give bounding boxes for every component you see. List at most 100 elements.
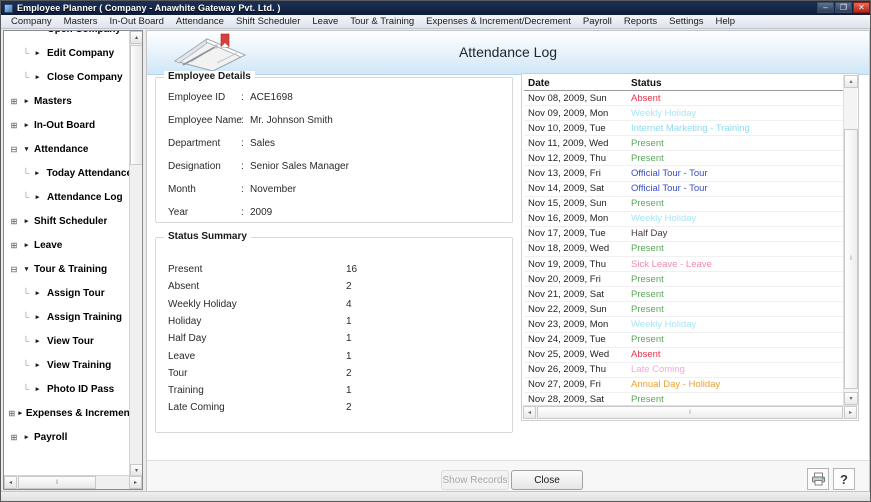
sidebar-item-masters[interactable]: ⊞ ▸ Masters [4,89,130,113]
tree-guide-line: └ [22,336,30,346]
menu-item-settings[interactable]: Settings [663,15,709,28]
menu-item-reports[interactable]: Reports [618,15,663,28]
table-row[interactable]: Nov 23, 2009, Mon Weekly Holiday [524,317,843,333]
tree-expander-icon[interactable]: ⊞ [8,97,20,106]
table-row[interactable]: Nov 26, 2009, Thu Late Coming [524,363,843,378]
sidebar-item-assign-training[interactable]: └ ▸ Assign Training [4,305,130,329]
sidebar-vertical-scrollbar[interactable]: ▴ ▾ [129,31,142,477]
sidebar-item-today-attendance[interactable]: └ ▸ Today Attendance [4,161,130,185]
sidebar-item-edit-company[interactable]: └ ▸ Edit Company [4,41,130,65]
summary-value: 1 [346,315,352,327]
cell-date: Nov 17, 2009, Tue [528,228,606,240]
scroll-right-icon[interactable]: ▸ [129,476,142,489]
menu-item-help[interactable]: Help [710,15,742,28]
table-row[interactable]: Nov 10, 2009, Tue Internet Marketing - Tr… [524,121,843,137]
tree-expander-icon[interactable]: ⊟ [8,265,20,274]
table-row[interactable]: Nov 15, 2009, Sun Present [524,197,843,212]
sidebar-item-attendance-log[interactable]: └ ▸ Attendance Log [4,185,130,209]
log-vscroll-thumb[interactable]: ‖ [844,129,858,389]
table-row[interactable]: Nov 14, 2009, Sat Official Tour - Tour [524,182,843,197]
log-scroll-right-icon[interactable]: ▸ [844,406,857,419]
minimize-button[interactable]: – [817,2,834,13]
sidebar-item-close-company[interactable]: └ ▸ Close Company [4,65,130,89]
scroll-left-icon[interactable]: ◂ [4,476,17,489]
tree-expander-icon[interactable]: ⊞ [8,217,20,226]
table-row[interactable]: Nov 21, 2009, Sat Present [524,287,843,303]
print-button[interactable] [807,468,829,490]
maximize-button[interactable]: ❐ [835,2,852,13]
chevron-right-icon: ▸ [35,74,40,81]
close-button[interactable]: Close [511,470,583,490]
sidebar-item-label: Assign Tour [47,287,105,299]
menu-item-expenses-increment-decrement[interactable]: Expenses & Increment/Decrement [420,15,577,28]
tree-expander-icon[interactable]: ⊞ [8,409,16,418]
sidebar-horizontal-scrollbar[interactable]: ◂ ‖ ▸ [4,475,142,489]
table-row[interactable]: Nov 13, 2009, Fri Official Tour - Tour [524,166,843,182]
tree-expander-icon[interactable]: ⊞ [8,241,20,250]
sidebar-item-in-out-board[interactable]: ⊞ ▸ In-Out Board [4,113,130,137]
scroll-up-icon[interactable]: ▴ [130,31,142,44]
table-row[interactable]: Nov 22, 2009, Sun Present [524,302,843,318]
sidebar-item-view-tour[interactable]: └ ▸ View Tour [4,329,130,353]
cell-date: Nov 24, 2009, Tue [528,334,606,346]
detail-value: 2009 [250,207,273,218]
log-vertical-scrollbar[interactable]: ▴ ‖ ▾ [843,75,858,405]
table-row[interactable]: Nov 24, 2009, Tue Present [524,333,843,348]
menu-item-tour-training[interactable]: Tour & Training [344,15,420,28]
sidebar-item-leave[interactable]: ⊞ ▸ Leave [4,233,130,257]
sidebar-vscroll-thumb[interactable] [130,45,142,165]
close-window-button[interactable]: ✕ [853,2,870,13]
menu-item-leave[interactable]: Leave [306,15,344,28]
tree-guide-line: └ [20,31,32,34]
table-row[interactable]: Nov 28, 2009, Sat Present [524,393,843,404]
print-icon [811,472,825,486]
sidebar-item-view-training[interactable]: └ ▸ View Training [4,353,130,377]
log-scroll-left-icon[interactable]: ◂ [523,406,536,419]
menu-item-in-out-board[interactable]: In-Out Board [103,15,169,28]
table-row[interactable]: Nov 08, 2009, Sun Absent [524,91,843,107]
tree-expander-icon[interactable]: ⊟ [8,145,20,154]
sidebar-item-shift-scheduler[interactable]: ⊞ ▸ Shift Scheduler [4,209,130,233]
table-row[interactable]: Nov 11, 2009, Wed Present [524,136,843,152]
cell-status: Internet Marketing - Training [631,122,750,134]
menu-item-company[interactable]: Company [5,15,58,28]
title-bar: Employee Planner ( Company - Anawhite Ga… [1,1,870,15]
detail-colon: : [241,138,244,149]
cell-date: Nov 11, 2009, Wed [528,137,609,149]
table-row[interactable]: Nov 12, 2009, Thu Present [524,151,843,167]
log-scroll-down-icon[interactable]: ▾ [844,392,858,405]
table-row[interactable]: Nov 09, 2009, Mon Weekly Holiday [524,106,843,122]
sidebar-item-tour-training[interactable]: ⊟ ▾ Tour & Training [4,257,130,281]
sidebar-item-open-company[interactable]: └▸ Open Company [4,31,130,41]
menu-item-masters[interactable]: Masters [58,15,104,28]
table-row[interactable]: Nov 18, 2009, Wed Present [524,242,843,258]
sidebar-hscroll-thumb[interactable]: ‖ [18,476,96,489]
log-scroll-up-icon[interactable]: ▴ [844,75,858,88]
tree-expander-icon[interactable]: ⊞ [8,121,20,130]
log-horizontal-scrollbar[interactable]: ◂ ‖ ▸ [523,405,857,419]
sidebar-item-attendance[interactable]: ⊟ ▾ Attendance [4,137,130,161]
tree-expander-icon[interactable]: ⊞ [8,433,20,442]
menu-item-attendance[interactable]: Attendance [170,15,230,28]
sidebar-item-label: Attendance Log [47,191,123,203]
sidebar-item-payroll[interactable]: ⊞ ▸ Payroll [4,425,130,449]
sidebar-item-photo-id-pass[interactable]: └ ▸ Photo ID Pass [4,377,130,401]
table-row[interactable]: Nov 17, 2009, Tue Half Day [524,227,843,242]
sidebar-item-expenses-increment-decrement[interactable]: ⊞▸Expenses & Increment/Decrement [4,401,130,425]
show-records-button[interactable]: Show Records [441,470,509,490]
chevron-right-icon: ▸ [35,338,40,345]
table-row[interactable]: Nov 27, 2009, Fri Annual Day - Holiday [524,378,843,393]
table-row[interactable]: Nov 25, 2009, Wed Absent [524,348,843,363]
help-button[interactable]: ? [833,468,855,490]
sidebar-item-label: Expenses & Increment/Decrement [25,407,130,419]
table-row[interactable]: Nov 20, 2009, Fri Present [524,272,843,288]
table-row[interactable]: Nov 19, 2009, Thu Sick Leave - Leave [524,257,843,273]
tree-guide-line: └ [22,360,30,370]
menu-item-shift-scheduler[interactable]: Shift Scheduler [230,15,306,28]
sidebar-item-assign-tour[interactable]: └ ▸ Assign Tour [4,281,130,305]
log-hscroll-thumb[interactable]: ‖ [537,406,843,419]
menu-item-payroll[interactable]: Payroll [577,15,618,28]
detail-colon: : [241,115,244,126]
table-row[interactable]: Nov 16, 2009, Mon Weekly Holiday [524,212,843,227]
summary-value: 16 [346,264,358,275]
